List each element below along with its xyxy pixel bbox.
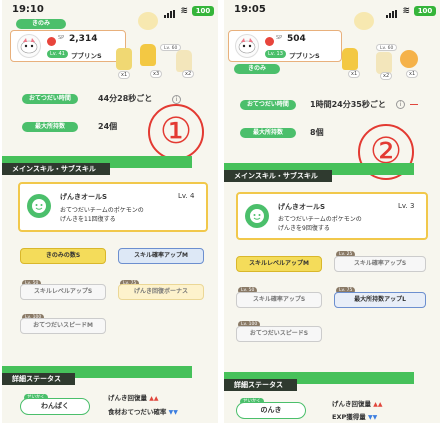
nature-effect-1: げんき回復量 ▲▲ xyxy=(108,394,159,402)
main-skill-box[interactable]: げんきオールS Lv. 3 おてつだいチームのポケモンの げんきを9回復する xyxy=(236,192,428,240)
milk-item-icon xyxy=(376,52,392,74)
pokemon-avatar xyxy=(17,34,41,58)
skill-section-header: メインスキル・サブスキル xyxy=(224,163,440,182)
skill-icon xyxy=(27,194,51,218)
item-count-1: x1 xyxy=(118,71,131,79)
status-bar: 19:05 ≋ 100 xyxy=(224,2,440,18)
skill-icon xyxy=(245,204,269,228)
skill-level: Lv. 4 xyxy=(178,192,195,200)
item-count-1: x1 xyxy=(348,70,361,78)
nature-effect-2: 食材おてつだい確率 ▼▼ xyxy=(108,408,178,416)
max-carry-label: 最大所持数 xyxy=(240,128,296,138)
max-carry-value: 24個 xyxy=(98,122,118,131)
battery-icon: 100 xyxy=(192,6,214,16)
help-time-value: 44分28秒ごと xyxy=(98,94,153,103)
help-time-label: おてつだい時間 xyxy=(240,100,296,110)
wifi-icon: ≋ xyxy=(180,6,188,16)
honey-item-icon xyxy=(140,44,156,66)
help-time-label: おてつだい時間 xyxy=(22,94,78,104)
skill-desc-2: げんきを11回復する xyxy=(60,216,116,223)
berry-item-icon xyxy=(354,12,374,30)
main-skill-box[interactable]: げんきオールS Lv. 4 おてつだいチームのポケモンの げんきを11回復する xyxy=(18,182,208,232)
pokemon-name: プブリンS xyxy=(289,52,320,60)
subskill-button-4[interactable]: 最大所持数アップL xyxy=(334,292,426,308)
berry-item-icon xyxy=(138,12,158,30)
nature-button[interactable]: わんぱく xyxy=(20,398,90,415)
skill-desc-1: おてつだいチームのポケモンの xyxy=(60,207,144,214)
item-count-3: x2 xyxy=(182,70,195,78)
subskill-button-3[interactable]: スキルレベルアップS xyxy=(20,284,106,300)
detail-section-header: 詳細ステータス xyxy=(224,372,440,391)
milk-item-icon xyxy=(176,50,192,72)
sp-icon xyxy=(47,37,56,46)
nature-button[interactable]: のんき xyxy=(236,402,306,419)
skill-name: げんきオールS xyxy=(60,193,108,201)
info-icon[interactable]: i xyxy=(396,100,405,109)
info-icon[interactable]: i xyxy=(172,95,181,104)
pokemon-name: プブリンS xyxy=(71,52,102,60)
max-carry-label: 最大所持数 xyxy=(22,122,78,132)
item-count-3: x1 xyxy=(406,70,419,78)
pumpkin-item-icon xyxy=(400,50,418,68)
skill-name: げんきオールS xyxy=(278,203,326,211)
honey-item-icon xyxy=(342,48,358,70)
help-time-value: 1時間24分35秒ごと xyxy=(310,100,386,109)
pokemon-card[interactable]: SP 2,314 Lv. 41 プブリンS xyxy=(10,30,126,62)
status-time: 19:10 xyxy=(12,4,44,15)
berry-pill: きのみ xyxy=(234,64,280,74)
subskill-button-2[interactable]: スキル確率アップM xyxy=(118,248,204,264)
subskill-button-1[interactable]: きのみの数S xyxy=(20,248,106,264)
nature-effect-2: EXP獲得量 ▼▼ xyxy=(332,413,378,421)
subskill-button-4[interactable]: げんき回復ボーナス xyxy=(118,284,204,300)
status-bar: 19:10 ≋ 100 xyxy=(2,2,218,18)
subskill-button-1[interactable]: スキルレベルアップM xyxy=(236,256,322,272)
pokemon-sp: 2,314 xyxy=(69,34,98,44)
skill-desc-2: げんきを9回復する xyxy=(278,225,330,232)
berry-pill: きのみ xyxy=(16,19,66,29)
annotation-circle-1: ① xyxy=(148,104,204,160)
subskill-button-2[interactable]: スキル確率アップS xyxy=(334,256,426,272)
left-screenshot-panel: 19:10 ≋ 100 きのみ SP 2,314 Lv. 41 プブリンS x1… xyxy=(2,0,218,423)
max-carry-value: 8個 xyxy=(310,128,324,137)
pokemon-card[interactable]: SP 504 Lv. 13 プブリンS xyxy=(228,30,342,62)
signal-icon xyxy=(386,7,400,18)
status-time: 19:05 xyxy=(234,4,266,15)
subskill-button-3[interactable]: スキル確率アップS xyxy=(236,292,322,308)
detail-section-header: 詳細ステータス xyxy=(2,366,218,385)
item-count-2: x2 xyxy=(380,72,393,80)
battery-icon: 100 xyxy=(414,6,436,16)
wifi-icon: ≋ xyxy=(402,6,410,16)
minus-indicator xyxy=(410,104,418,105)
skill-section-header: メインスキル・サブスキル xyxy=(2,156,218,175)
item-count-2: x3 xyxy=(150,70,163,78)
pokemon-avatar xyxy=(235,34,259,58)
subskill-button-5[interactable]: おてつだいスピードM xyxy=(20,318,106,334)
right-screenshot-panel: 19:05 ≋ 100 SP 504 Lv. 13 プブリンS きのみ x1 L… xyxy=(224,0,440,423)
pokemon-sp: 504 xyxy=(287,34,306,44)
sp-icon xyxy=(265,37,274,46)
item-icon-1 xyxy=(116,48,132,70)
item-lv: Lv. 60 xyxy=(376,44,398,51)
pokemon-level: Lv. 13 xyxy=(265,50,286,58)
signal-icon xyxy=(164,7,178,18)
pokemon-level: Lv. 41 xyxy=(47,50,68,58)
skill-level: Lv. 3 xyxy=(398,202,415,210)
skill-desc-1: おてつだいチームのポケモンの xyxy=(278,216,362,223)
nature-effect-1: げんき回復量 ▲▲ xyxy=(332,400,383,408)
subskill-button-5[interactable]: おてつだいスピードS xyxy=(236,326,322,342)
